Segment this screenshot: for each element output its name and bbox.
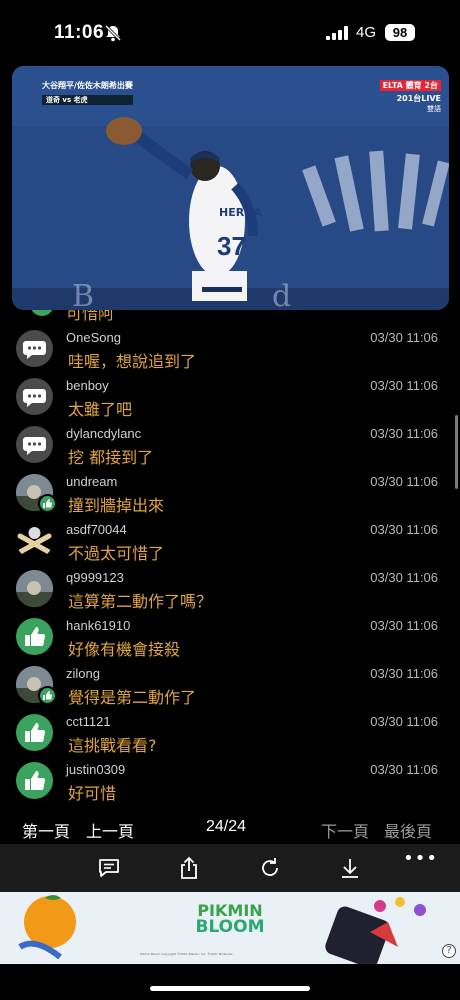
comment-timestamp: 03/30 11:06 <box>370 378 438 393</box>
avatar[interactable] <box>16 570 53 607</box>
thumbs-up-icon <box>30 310 54 316</box>
speech-bubble-icon[interactable] <box>16 330 53 367</box>
comment-username[interactable]: hank61910 <box>66 618 130 633</box>
list-item: 可惜阿 <box>0 310 460 322</box>
home-area <box>0 964 460 1000</box>
banner-subtitle: 道奇 vs 老虎 <box>42 95 133 105</box>
comment-row[interactable]: zilong 03/30 11:06 覺得是第二動作了 <box>0 660 460 708</box>
audio-label: 雙語 <box>427 105 441 113</box>
comment-timestamp: 03/30 11:06 <box>370 666 438 681</box>
ad-title-line2: BLOOM <box>195 917 265 937</box>
bell-off-icon <box>104 24 122 42</box>
comment-username[interactable]: undream <box>66 474 117 489</box>
banner-title: 大谷翔平/佐佐木朗希出賽 <box>42 81 133 90</box>
comment-row[interactable]: justin0309 03/30 11:06 好可惜 <box>0 756 460 804</box>
jersey-number: 37 <box>217 231 246 261</box>
comment-timestamp: 03/30 11:06 <box>370 618 438 633</box>
next-page-link[interactable]: 下一頁 <box>321 818 369 842</box>
broadcast-banner: 大谷翔平/佐佐木朗希出賽 道奇 vs 老虎 <box>42 80 133 105</box>
comment-username[interactable]: q9999123 <box>66 570 124 585</box>
network-type: 4G <box>356 24 377 41</box>
comment-username[interactable]: asdf70044 <box>66 522 127 537</box>
comment-text: 太雖了吧 <box>68 400 133 419</box>
more-icon[interactable]: ••• <box>403 848 438 869</box>
comment-text: 不過太可惜了 <box>68 544 165 563</box>
last-page-link[interactable]: 最後頁 <box>384 818 432 842</box>
comment-row[interactable]: undream 03/30 11:06 撞到牆掉出來 <box>0 468 460 516</box>
ad-fine-print: Pikmin Bloom Copyright ©2021 Niantic, In… <box>140 952 233 956</box>
pagination: 第一頁 上一頁 24/24 下一頁 最後頁 <box>0 810 460 844</box>
thumbs-up-icon[interactable] <box>16 714 53 751</box>
channel-live-label: 201台LIVE <box>396 94 441 103</box>
comment-timestamp: 03/30 11:06 <box>370 714 438 729</box>
comment-username[interactable]: dylancdylanc <box>66 426 141 441</box>
comment-row[interactable]: OneSong 03/30 11:06 哇喔，想說追到了 <box>0 324 460 372</box>
comment-timestamp: 03/30 11:06 <box>370 330 438 345</box>
thumbs-up-icon <box>38 494 57 513</box>
comment-text: 哇喔，想說追到了 <box>68 352 197 371</box>
live-video-player[interactable]: B d HERNA 37 大谷翔平/佐佐木朗希出賽 道奇 vs 老虎 ELTA … <box>12 66 449 310</box>
comment-row[interactable]: dylancdylanc 03/30 11:06 挖 都接到了 <box>0 420 460 468</box>
reload-icon[interactable] <box>258 856 282 880</box>
share-icon[interactable] <box>177 856 201 880</box>
comment-timestamp: 03/30 11:06 <box>370 474 438 489</box>
comment-timestamp: 03/30 11:06 <box>370 522 438 537</box>
comment-text: 好可惜 <box>68 784 117 803</box>
comment-username[interactable]: cct1121 <box>66 714 111 729</box>
speech-bubble-icon[interactable] <box>16 426 53 463</box>
clock-time: 11:06 <box>54 22 105 43</box>
prev-page-link[interactable]: 上一頁 <box>86 818 134 842</box>
jersey-name: HERNA <box>219 206 262 219</box>
ad-title: PIKMIN BLOOM <box>180 902 280 936</box>
comment-row[interactable]: cct1121 03/30 11:06 這挑戰看看? <box>0 708 460 756</box>
crossed-arms-icon[interactable] <box>16 522 53 559</box>
comment-timestamp: 03/30 11:06 <box>370 762 438 777</box>
comment-row[interactable]: benboy 03/30 11:06 太雖了吧 <box>0 372 460 420</box>
comment-username[interactable]: benboy <box>66 378 109 393</box>
comment-timestamp: 03/30 11:06 <box>370 426 438 441</box>
status-bar: 11:06 4G 98 <box>0 0 460 64</box>
channel-badge: ELTA 體育 2台 201台LIVE 雙語 <box>379 80 441 114</box>
comment-icon[interactable] <box>97 856 121 880</box>
thumbs-up-icon[interactable] <box>16 762 53 799</box>
page-indicator: 24/24 <box>206 818 247 835</box>
scrollbar-thumb[interactable] <box>455 415 458 489</box>
comment-username[interactable]: zilong <box>66 666 100 681</box>
comment-text: 撞到牆掉出來 <box>68 496 165 515</box>
comment-text: 挖 都接到了 <box>68 448 154 467</box>
ad-banner[interactable]: PIKMIN BLOOM Pikmin Bloom Copyright ©202… <box>0 892 460 964</box>
comment-text: 覺得是第二動作了 <box>68 688 197 707</box>
channel-logo: ELTA 體育 2台 <box>379 80 441 91</box>
ad-help-icon[interactable]: ? <box>442 944 456 958</box>
battery-indicator: 98 <box>385 24 415 41</box>
svg-text:B: B <box>72 279 94 310</box>
comment-username[interactable]: OneSong <box>66 330 121 345</box>
comment-row[interactable]: q9999123 03/30 11:06 這算第二動作了嗎？ <box>0 564 460 612</box>
thumbs-up-icon[interactable] <box>16 618 53 655</box>
comment-text: 好像有機會接殺 <box>68 640 181 659</box>
comment-text: 可惜阿 <box>66 310 115 322</box>
first-page-link[interactable]: 第一頁 <box>22 818 70 842</box>
browser-toolbar: ••• <box>0 844 460 892</box>
comment-list[interactable]: 可惜阿 OneSong 03/30 11:06 哇喔，想說追到了 benboy 03/3… <box>0 310 460 810</box>
speech-bubble-icon[interactable] <box>16 378 53 415</box>
comment-username[interactable]: justin0309 <box>66 762 125 777</box>
comment-text: 這算第二動作了嗎？ <box>68 592 213 611</box>
comment-text: 這挑戰看看? <box>68 736 157 755</box>
signal-strength-icon <box>326 26 348 40</box>
svg-text:d: d <box>272 279 291 310</box>
home-indicator[interactable] <box>150 986 310 991</box>
comment-row[interactable]: asdf70044 03/30 11:06 不過太可惜了 <box>0 516 460 564</box>
download-icon[interactable] <box>338 856 362 880</box>
thumbs-up-icon <box>38 686 57 705</box>
comment-timestamp: 03/30 11:06 <box>370 570 438 585</box>
comment-row[interactable]: hank61910 03/30 11:06 好像有機會接殺 <box>0 612 460 660</box>
